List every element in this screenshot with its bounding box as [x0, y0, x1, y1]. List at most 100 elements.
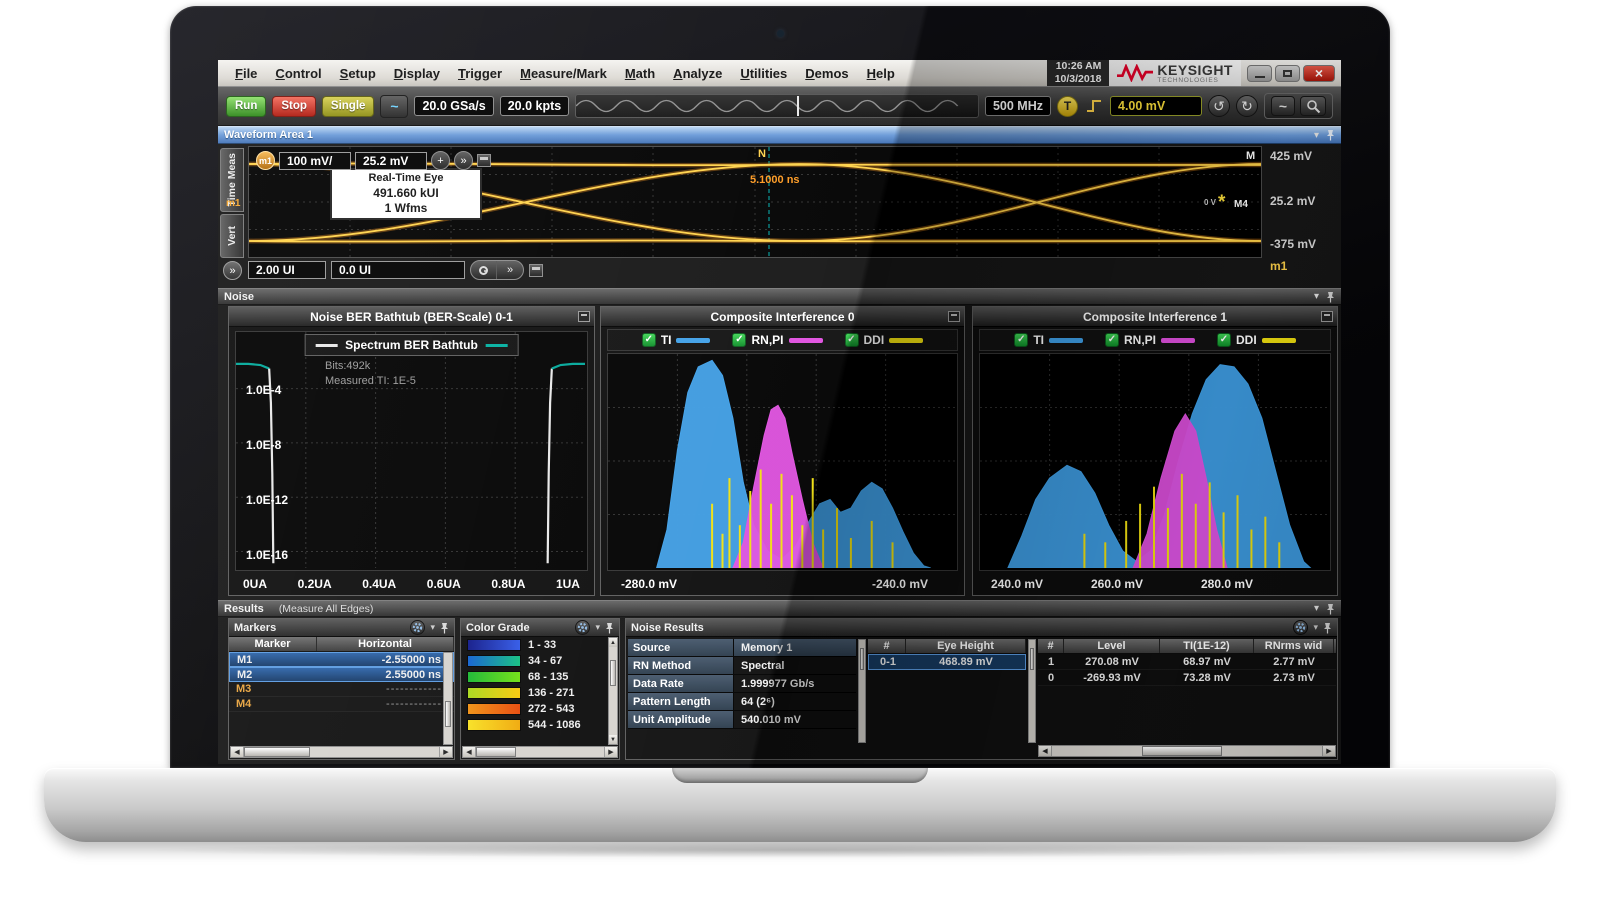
horizontal-position-strip[interactable]: [575, 94, 979, 118]
bandwidth-field[interactable]: 500 MHz: [985, 96, 1051, 116]
run-button[interactable]: Run: [226, 96, 266, 117]
marker-row-m2[interactable]: M2 2.55000 ns: [229, 667, 454, 682]
horizontal-offset-field[interactable]: 0.0 UI: [331, 261, 465, 279]
marker-row-m3[interactable]: M3 ------------: [229, 682, 454, 697]
menu-item-math[interactable]: Math: [616, 66, 664, 81]
waveform-zoom-button[interactable]: ~: [1271, 96, 1295, 116]
tab-vert[interactable]: Vert: [220, 214, 244, 258]
scrollbar-thumb[interactable]: [445, 701, 451, 727]
vertical-scale-field[interactable]: 100 mV/: [279, 152, 351, 170]
undock-button[interactable]: [578, 311, 590, 322]
stop-button[interactable]: Stop: [272, 96, 316, 117]
menu-item-analyze[interactable]: Analyze: [664, 66, 731, 81]
sample-rate-field[interactable]: 20.0 GSa/s: [414, 96, 493, 116]
legend-checkbox-ddi[interactable]: ✓ DDI: [1217, 333, 1296, 347]
scroll-right-icon[interactable]: ▶: [604, 747, 617, 757]
close-button[interactable]: ×: [1303, 65, 1335, 82]
vertical-scrollbar[interactable]: [1028, 639, 1036, 743]
pin-icon[interactable]: [1326, 129, 1335, 141]
marker-row-m1[interactable]: M1 -2.55000 ns: [229, 652, 454, 667]
table-row[interactable]: 0 -269.93 mV 73.28 mV 2.73 mV: [1038, 670, 1336, 686]
expand-controls-button[interactable]: »: [223, 261, 242, 280]
pin-icon[interactable]: [1323, 622, 1332, 634]
single-button[interactable]: Single: [322, 96, 375, 117]
horizontal-scrollbar[interactable]: ◀ ▶: [1038, 745, 1336, 757]
scroll-left-icon[interactable]: ◀: [231, 747, 244, 757]
table-row[interactable]: Unit Amplitude540.010 mV: [628, 711, 856, 729]
table-row[interactable]: 0-1 468.89 mV: [868, 654, 1026, 670]
memory-depth-field[interactable]: 20.0 kpts: [500, 96, 570, 116]
table-row[interactable]: Pattern Length64 (2⁶): [628, 693, 856, 711]
undo-button[interactable]: ↺: [1208, 95, 1230, 117]
more-controls-button[interactable]: »: [454, 151, 473, 170]
legend-checkbox-ddi[interactable]: ✓ DDI: [845, 333, 924, 347]
redo-button[interactable]: ↻: [1236, 95, 1258, 117]
horizontal-scrollbar[interactable]: ◀ ▶: [462, 746, 618, 758]
magnifier-button[interactable]: [1300, 96, 1326, 116]
legend-checkbox-rnpi[interactable]: ✓ RN,PI: [1105, 333, 1195, 347]
trigger-level-field[interactable]: 4.00 mV: [1110, 96, 1202, 116]
legend-checkbox-rnpi[interactable]: ✓ RN,PI: [732, 333, 822, 347]
table-row[interactable]: SourceMemory 1: [628, 639, 856, 657]
table-row[interactable]: 1 270.08 mV 68.97 mV 2.77 mV: [1038, 654, 1336, 670]
menu-item-utilities[interactable]: Utilities: [731, 66, 796, 81]
position-cursor[interactable]: [797, 96, 799, 116]
scroll-up-icon[interactable]: ▲: [609, 638, 617, 647]
collapse-caret-icon[interactable]: ▾: [1314, 291, 1319, 302]
undock-button[interactable]: [948, 311, 960, 322]
settings-gear-button[interactable]: [1293, 620, 1308, 635]
scroll-right-icon[interactable]: ▶: [439, 747, 452, 757]
channel-m1-chip[interactable]: m1: [256, 151, 275, 170]
noise-section-bar[interactable]: Noise ▾: [218, 288, 1341, 305]
vertical-scrollbar[interactable]: [443, 652, 453, 745]
collapse-caret-icon[interactable]: ▾: [1314, 130, 1319, 141]
scrollbar-thumb[interactable]: [860, 648, 864, 670]
menu-item-display[interactable]: Display: [385, 66, 449, 81]
pin-icon[interactable]: [605, 622, 614, 634]
pin-icon[interactable]: [1326, 603, 1335, 615]
minimize-button[interactable]: [1247, 65, 1272, 82]
more-horizontal-button[interactable]: »: [497, 261, 523, 279]
scrollbar-thumb[interactable]: [1030, 648, 1034, 670]
menu-item-setup[interactable]: Setup: [331, 66, 385, 81]
vertical-scrollbar[interactable]: ▲ ▼: [608, 637, 618, 745]
menu-item-help[interactable]: Help: [858, 66, 904, 81]
scrollbar-thumb[interactable]: [244, 747, 310, 757]
caret-down-icon[interactable]: ▾: [595, 622, 600, 633]
waveform-area-titlebar[interactable]: Waveform Area 1 ▾: [218, 126, 1341, 144]
menu-item-control[interactable]: Control: [266, 66, 330, 81]
menu-item-demos[interactable]: Demos: [796, 66, 857, 81]
trigger-button[interactable]: T: [1057, 96, 1078, 117]
scrollbar-thumb[interactable]: [1142, 746, 1222, 756]
scroll-left-icon[interactable]: ◀: [1039, 746, 1052, 756]
menu-item-measure-mark[interactable]: Measure/Mark: [511, 66, 616, 81]
table-row[interactable]: RN MethodSpectral: [628, 657, 856, 675]
settings-gear-button[interactable]: [575, 620, 590, 635]
results-section-bar[interactable]: Results (Measure All Edges) ▾: [218, 600, 1341, 617]
dock-button[interactable]: [477, 154, 491, 167]
marker-row-m4[interactable]: M4 ------------: [229, 697, 454, 712]
caret-down-icon[interactable]: ▾: [1313, 622, 1318, 633]
caret-down-icon[interactable]: ▾: [430, 622, 435, 633]
maximize-button[interactable]: [1275, 65, 1300, 82]
add-marker-button[interactable]: +: [431, 151, 450, 170]
legend-checkbox-ti[interactable]: ✓ TI: [1014, 333, 1083, 347]
trigger-slope-icon[interactable]: [1084, 97, 1104, 115]
pin-icon[interactable]: [440, 622, 449, 634]
scrollbar-thumb[interactable]: [610, 660, 616, 686]
horizontal-scrollbar[interactable]: ◀ ▶: [230, 746, 453, 758]
menu-item-file[interactable]: File: [226, 66, 266, 81]
dock-button[interactable]: [529, 264, 543, 277]
scroll-left-icon[interactable]: ◀: [463, 747, 476, 757]
scroll-down-icon[interactable]: ▼: [609, 735, 617, 744]
settings-gear-button[interactable]: [410, 620, 425, 635]
waveform-mode-button[interactable]: ~: [380, 95, 408, 118]
horizontal-scale-field[interactable]: 2.00 UI: [248, 261, 326, 279]
undock-button[interactable]: [1321, 311, 1333, 322]
center-reference-button[interactable]: [471, 261, 497, 279]
scroll-right-icon[interactable]: ▶: [1322, 746, 1335, 756]
collapse-caret-icon[interactable]: ▾: [1314, 603, 1319, 614]
menu-item-trigger[interactable]: Trigger: [449, 66, 511, 81]
vertical-offset-field[interactable]: 25.2 mV: [355, 152, 427, 170]
vertical-scrollbar[interactable]: [858, 639, 866, 743]
